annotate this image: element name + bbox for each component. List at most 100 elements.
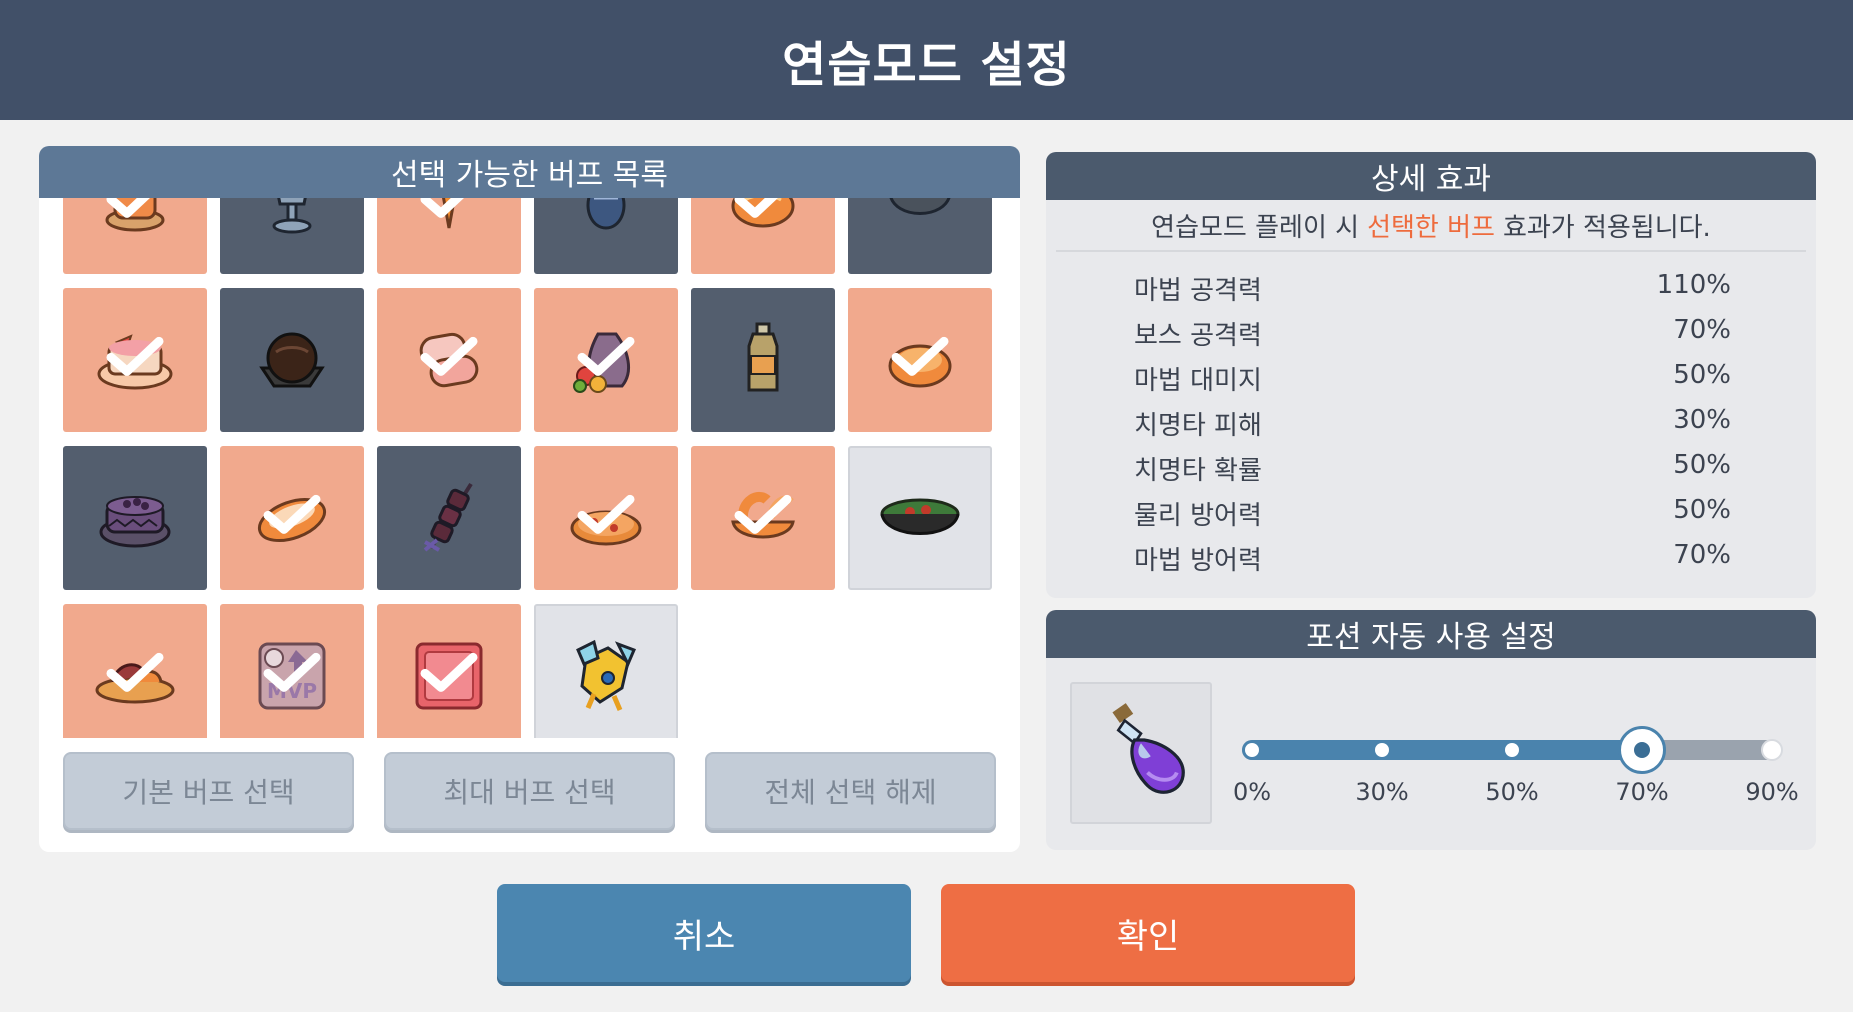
effect-value: 30% bbox=[1673, 405, 1731, 435]
check-icon bbox=[420, 336, 478, 376]
potion-header: 포션 자동 사용 설정 bbox=[1046, 610, 1816, 658]
buff-slot[interactable] bbox=[691, 288, 835, 432]
check-icon bbox=[263, 494, 321, 534]
buff-grid-scroll[interactable]: MVP bbox=[39, 198, 1020, 738]
effect-value: 70% bbox=[1673, 540, 1731, 570]
effect-value: 50% bbox=[1673, 360, 1731, 390]
buff-grid: MVP bbox=[63, 198, 992, 738]
chocolate-truffle-icon bbox=[259, 332, 325, 388]
potion-slot bbox=[1070, 682, 1212, 824]
buff-slot[interactable] bbox=[220, 288, 364, 432]
detail-effects-panel: 상세 효과 연습모드 플레이 시 선택한 버프 효과가 적용됩니다. 마법 공격… bbox=[1046, 152, 1816, 598]
buff-slot[interactable] bbox=[848, 288, 992, 432]
buff-list-header: 선택 가능한 버프 목록 bbox=[39, 146, 1020, 198]
slider-tick-label: 50% bbox=[1485, 778, 1539, 806]
effect-row: 마법 공격력 110% bbox=[1046, 264, 1816, 309]
check-icon bbox=[734, 198, 778, 218]
effect-name: 물리 방어력 bbox=[1134, 501, 1262, 531]
check-icon bbox=[891, 336, 949, 376]
golden-dragon-icon bbox=[576, 639, 636, 711]
check-icon bbox=[106, 652, 164, 692]
check-icon bbox=[577, 336, 635, 376]
buff-slot[interactable] bbox=[63, 604, 207, 738]
buff-action-buttons: 기본 버프 선택 최대 버프 선택 전체 선택 해제 bbox=[63, 752, 996, 830]
check-icon bbox=[106, 336, 164, 376]
ceramic-vase-icon bbox=[586, 198, 626, 230]
buff-slot[interactable] bbox=[691, 198, 835, 274]
buff-slot[interactable] bbox=[63, 288, 207, 432]
buff-slot[interactable] bbox=[377, 446, 521, 590]
slider-thumb[interactable] bbox=[1618, 726, 1666, 774]
effect-row: 물리 방어력 50% bbox=[1046, 489, 1816, 534]
slider-stop[interactable] bbox=[1761, 739, 1783, 761]
effect-name: 마법 방어력 bbox=[1134, 546, 1262, 576]
check-icon bbox=[420, 652, 478, 692]
description-text-end: 효과가 적용됩니다. bbox=[1502, 212, 1711, 243]
buff-slot[interactable] bbox=[63, 446, 207, 590]
buff-slot[interactable] bbox=[377, 604, 521, 738]
slider-tick-label: 90% bbox=[1745, 778, 1799, 806]
check-icon bbox=[263, 652, 321, 692]
potion-threshold-slider[interactable] bbox=[1242, 726, 1783, 774]
buff-slot[interactable]: MVP bbox=[220, 604, 364, 738]
juice-bottle-icon bbox=[747, 322, 779, 392]
buff-slot[interactable] bbox=[220, 198, 364, 274]
buff-slot[interactable] bbox=[848, 198, 992, 274]
effect-name: 치명타 확률 bbox=[1134, 456, 1262, 486]
slider-stop[interactable] bbox=[1505, 743, 1519, 757]
buff-slot[interactable] bbox=[377, 288, 521, 432]
buff-slot[interactable] bbox=[63, 198, 207, 274]
slider-tick-label: 70% bbox=[1615, 778, 1669, 806]
effect-value: 110% bbox=[1656, 270, 1731, 300]
effects-list[interactable]: 마법 공격력 110% 보스 공격력 70% 마법 대미지 50% 치명타 피해 30% 치명타… bbox=[1046, 264, 1816, 594]
berry-cake-icon bbox=[99, 496, 171, 548]
buff-slot[interactable] bbox=[534, 198, 678, 274]
purple-potion-icon bbox=[1112, 703, 1185, 794]
detail-effects-header: 상세 효과 bbox=[1046, 152, 1816, 200]
effect-value: 70% bbox=[1673, 315, 1731, 345]
bibimbap-bowl-icon bbox=[880, 498, 960, 535]
buff-slot[interactable] bbox=[691, 446, 835, 590]
title-bar: 연습모드 설정 bbox=[0, 0, 1853, 120]
buff-list-panel: 선택 가능한 버프 목록 MVP 기본 버프 선택 최대 버프 선택 전체 선택… bbox=[39, 146, 1020, 852]
clear-all-button[interactable]: 전체 선택 해제 bbox=[705, 752, 996, 830]
page-title: 연습모드 설정 bbox=[782, 37, 1071, 93]
effect-value: 50% bbox=[1673, 495, 1731, 525]
buff-slot[interactable] bbox=[534, 446, 678, 590]
basic-buff-button[interactable]: 기본 버프 선택 bbox=[63, 752, 354, 830]
buff-slot[interactable] bbox=[848, 446, 992, 590]
effect-name: 마법 대미지 bbox=[1134, 366, 1262, 396]
check-icon bbox=[577, 494, 635, 534]
slider-fill bbox=[1242, 740, 1652, 760]
effect-name: 보스 공격력 bbox=[1134, 321, 1262, 351]
slider-stop[interactable] bbox=[1245, 743, 1259, 757]
check-icon bbox=[420, 198, 464, 218]
slider-tick-label: 30% bbox=[1355, 778, 1409, 806]
buff-slot[interactable] bbox=[534, 288, 678, 432]
buff-slot[interactable] bbox=[377, 198, 521, 274]
effect-row: 치명타 확률 50% bbox=[1046, 444, 1816, 489]
effect-value: 50% bbox=[1673, 450, 1731, 480]
confirm-button[interactable]: 확인 bbox=[941, 884, 1355, 982]
stone-bowl-icon bbox=[889, 198, 951, 215]
effect-row: 마법 대미지 50% bbox=[1046, 354, 1816, 399]
buff-slot[interactable] bbox=[534, 604, 678, 738]
trophy-cup-icon bbox=[272, 198, 312, 234]
effect-row: 보스 공격력 70% bbox=[1046, 309, 1816, 354]
effect-name: 치명타 피해 bbox=[1134, 411, 1262, 441]
detail-description: 연습모드 플레이 시 선택한 버프 효과가 적용됩니다. bbox=[1056, 200, 1806, 252]
effect-row: 마법 방어력 70% bbox=[1046, 534, 1816, 579]
effect-row: 치명타 피해 30% bbox=[1046, 399, 1816, 444]
potion-auto-use-panel: 포션 자동 사용 설정 0% 30% 50% 70% 90% bbox=[1046, 610, 1816, 850]
description-text-start: 연습모드 플레이 시 bbox=[1151, 212, 1360, 243]
buff-slot[interactable] bbox=[220, 446, 364, 590]
effect-name: 마법 공격력 bbox=[1134, 276, 1262, 306]
cancel-button[interactable]: 취소 bbox=[497, 884, 911, 982]
check-icon bbox=[734, 494, 792, 534]
max-buff-button[interactable]: 최대 버프 선택 bbox=[384, 752, 675, 830]
slider-tick-label: 0% bbox=[1232, 778, 1272, 806]
check-icon bbox=[106, 198, 150, 218]
meat-skewer-icon bbox=[423, 482, 473, 552]
slider-stop[interactable] bbox=[1375, 743, 1389, 757]
description-highlight: 선택한 버프 bbox=[1367, 212, 1495, 243]
